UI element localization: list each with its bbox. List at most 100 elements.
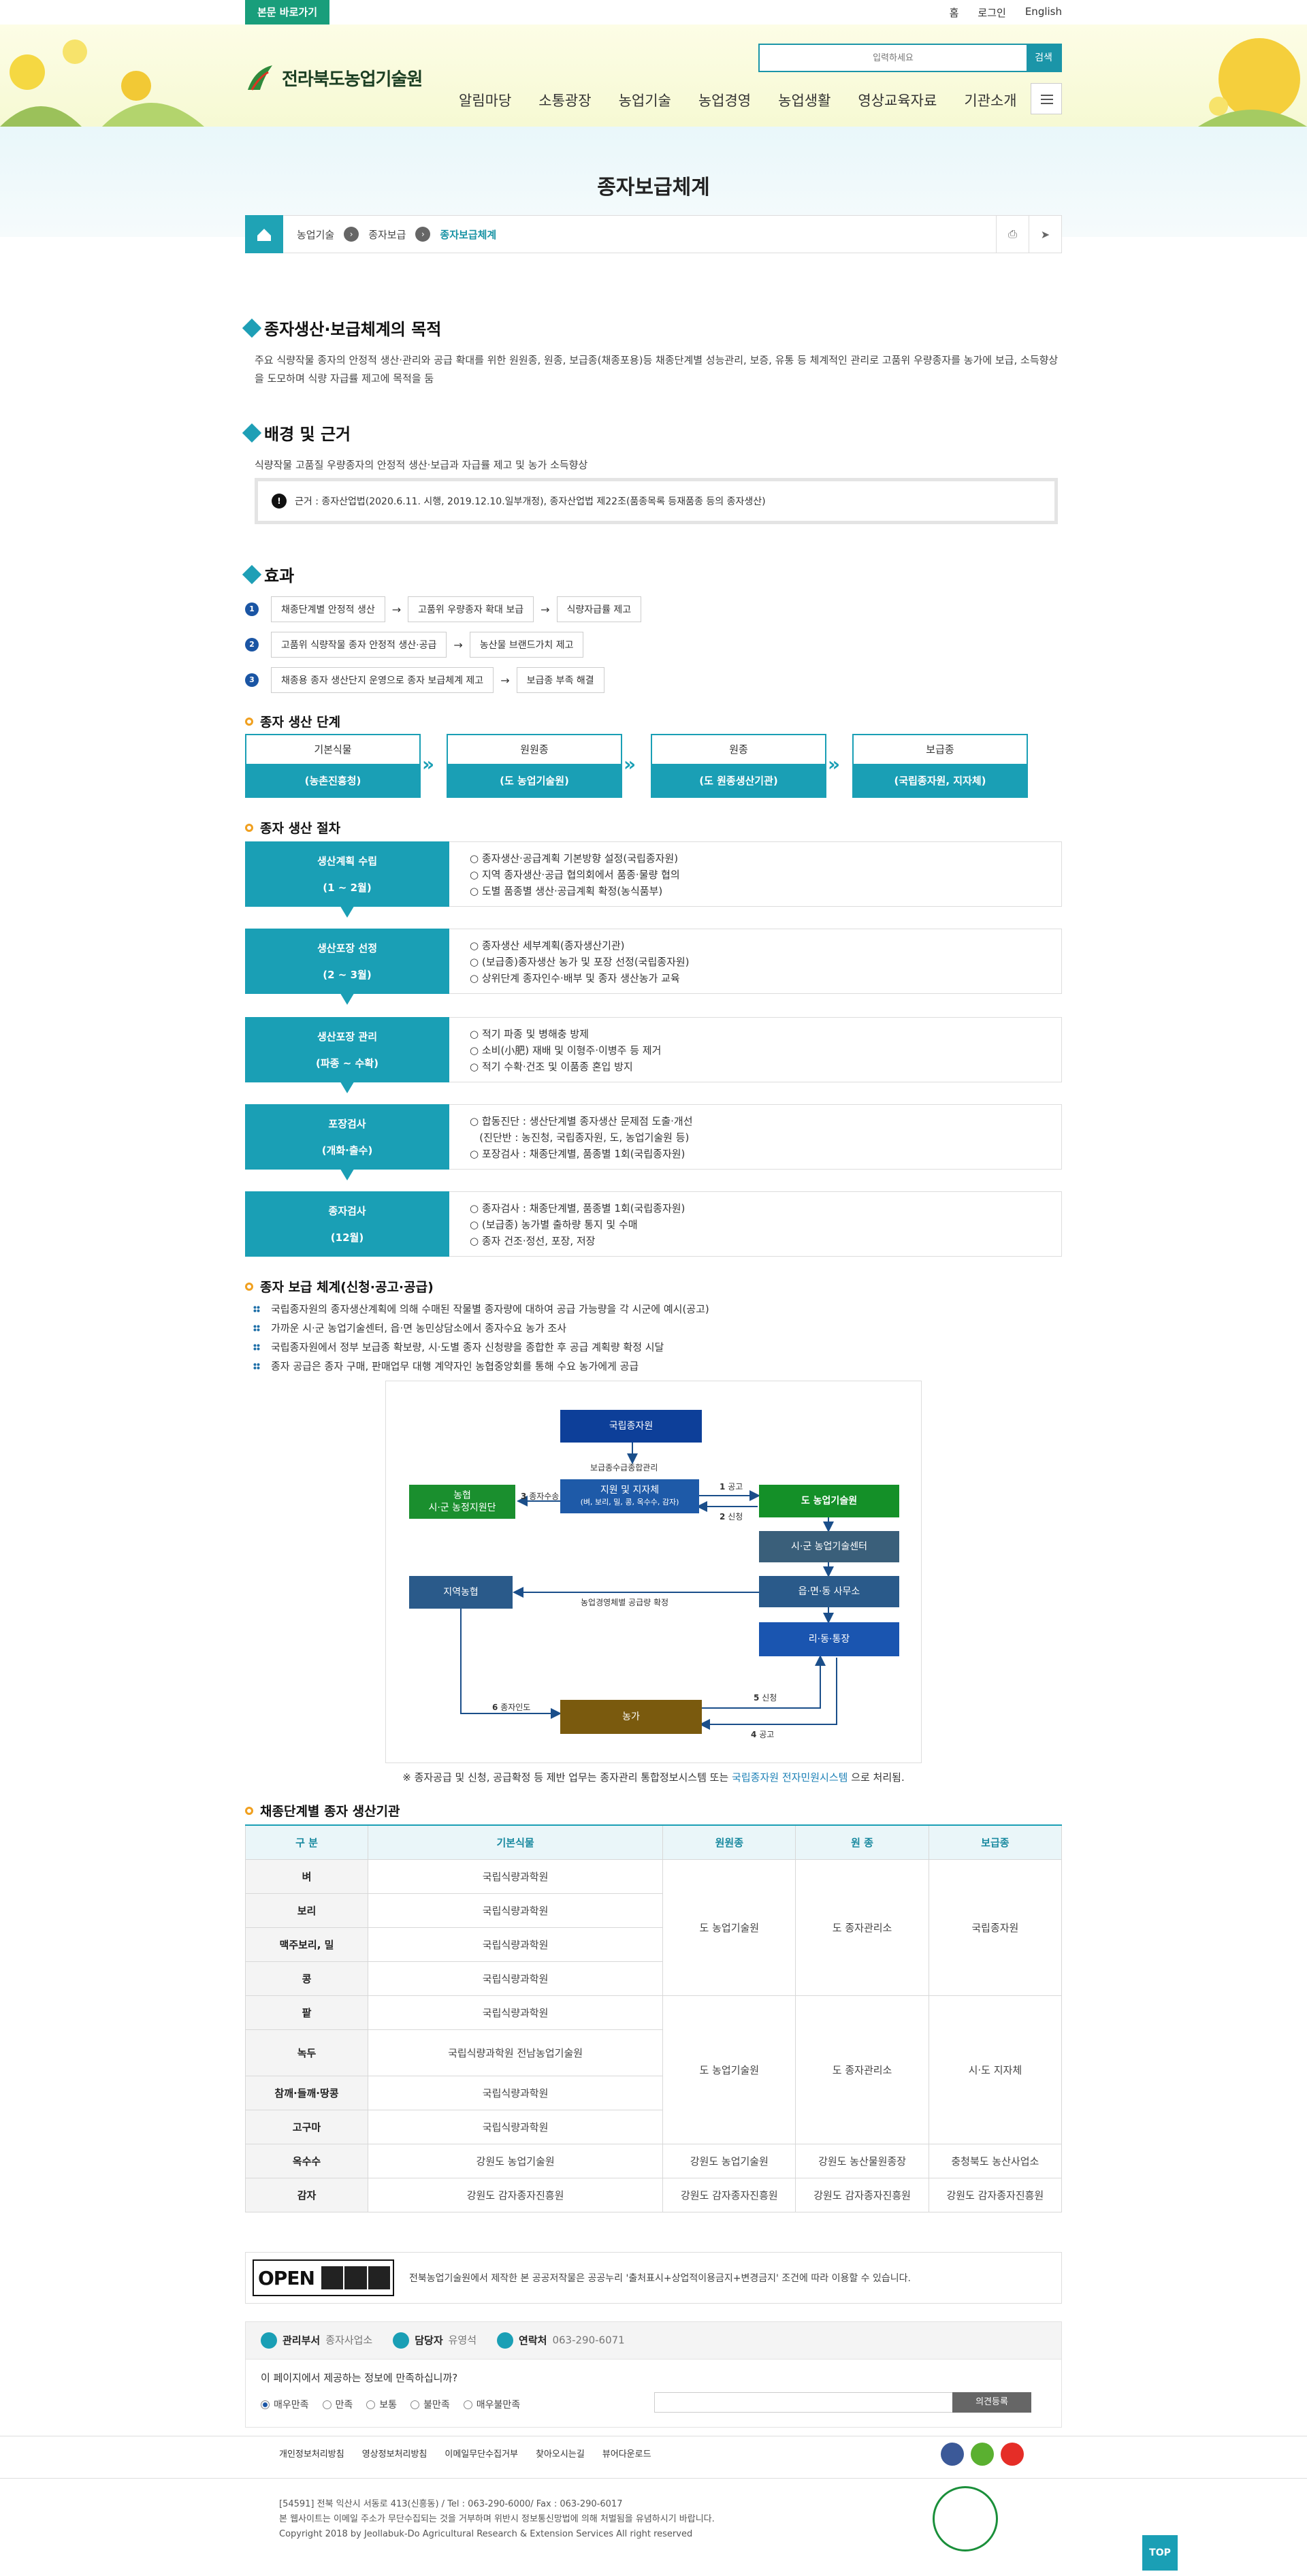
all-menu-button[interactable] <box>1031 83 1062 114</box>
stage-box: 보급종 (국립종자원, 지자체) <box>852 734 1028 798</box>
main-navigation: 알림마당 소통광장 농업기술 농업경영 농업생활 영상교육자료 기관소개 <box>459 90 1044 110</box>
site-logo[interactable]: 전라북도농업기술원 <box>245 63 423 93</box>
gnb-item-agri-life[interactable]: 농업생활 <box>778 90 830 110</box>
footer-link[interactable]: 이메일무단수집거부 <box>445 2447 518 2460</box>
gnb-item-agri-tech[interactable]: 농업기술 <box>619 90 671 110</box>
youtube-icon[interactable] <box>1001 2443 1024 2466</box>
arrow-right-icon: → <box>453 638 463 651</box>
flower-decoration-right <box>1198 38 1307 127</box>
footer-link[interactable]: 영상정보처리방침 <box>362 2447 427 2460</box>
node-branch: 지원 및 지자체 (벼, 보리, 밀, 콩, 옥수수, 감자) <box>560 1479 699 1513</box>
label-notice: 1 공고 <box>720 1482 743 1492</box>
print-icon[interactable]: ⎙ <box>996 215 1029 253</box>
dot-bullet-icon <box>253 1324 260 1332</box>
label-supply: 3 종자수송 <box>521 1492 560 1501</box>
node-ari: 도 농업기술원 <box>759 1485 899 1517</box>
breadcrumb-current[interactable]: 종자보급체계 <box>440 227 496 242</box>
scroll-top-button[interactable]: TOP <box>1142 2535 1178 2571</box>
english-link[interactable]: English <box>1025 5 1062 20</box>
opinion-input[interactable] <box>654 2392 961 2413</box>
arrow-right-icon: → <box>391 602 402 616</box>
breadcrumb-item-1[interactable]: 농업기술 <box>297 227 334 242</box>
basis-box: ! 근거 : 종자산업법(2020.6.11. 시행, 2019.12.10.일부… <box>255 478 1058 524</box>
stage-box: 원원종 (도 농업기술원) <box>447 734 622 798</box>
breadcrumb: 농업기술 › 종자보급 › 종자보급체계 ⎙ ➤ <box>245 214 1062 253</box>
login-link[interactable]: 로그인 <box>978 5 1005 20</box>
footer-link[interactable]: 개인정보처리방침 <box>279 2447 344 2460</box>
arrow-down-icon <box>339 1080 355 1093</box>
supply-bullet: 국립종자원의 종자생산계획에 의해 수매된 작물별 종자량에 대하여 공급 가능… <box>253 1302 709 1316</box>
table-row: 팥 국립식량과학원 도 농업기술원 도 종자관리소 시·도 지자체 <box>245 1995 1063 2144</box>
gnb-item-about[interactable]: 기관소개 <box>964 90 1016 110</box>
node-nh: 농협 시·군 농정지원단 <box>409 1485 515 1519</box>
footer-links: 개인정보처리방침 영상정보처리방침 이메일무단수집거부 찾아오시는길 뷰어다운로… <box>279 2447 651 2460</box>
org-table: 구 분 기본식물 원원종 원 종 보급종 벼 국립식량과학원 도 농업기술원 도 종자관리소 국… <box>245 1824 1063 2212</box>
option-very-dissatisfied[interactable]: 매우불만족 <box>463 2398 520 2411</box>
search-input[interactable] <box>760 45 1027 71</box>
breadcrumb-item-2[interactable]: 종자보급 <box>368 227 406 242</box>
supply-bullet: 국립종자원에서 정부 보급종 확보량, 시·도별 종자 신청량을 종합한 후 공… <box>253 1340 664 1354</box>
submit-opinion-button[interactable]: 의견등록 <box>952 2392 1031 2413</box>
blog-icon[interactable] <box>971 2443 994 2466</box>
effect-heading: 효과 <box>242 562 294 586</box>
logo-text: 전라북도농업기술원 <box>282 69 423 90</box>
label-notice2: 4 공고 <box>751 1730 775 1739</box>
option-very-satisfied[interactable]: 매우만족 <box>261 2398 309 2411</box>
chevron-right-icon: › <box>344 227 359 242</box>
home-link[interactable]: 홈 <box>950 5 959 20</box>
home-icon[interactable] <box>245 214 283 253</box>
table-row: 벼 국립식량과학원 도 농업기술원 도 종자관리소 국립종자원 <box>245 1858 1063 1996</box>
effect-row-1: 1 채종단계별 안정적 생산 → 고품위 우량종자 확대 보급 → 식량자급률 제고 <box>245 596 642 622</box>
web-accessibility-mark-icon <box>933 2486 998 2551</box>
option-satisfied[interactable]: 만족 <box>322 2398 353 2411</box>
search-button[interactable]: 검색 <box>1027 45 1061 71</box>
person-icon <box>393 2332 410 2349</box>
purpose-text: 주요 식량작물 종자의 안정적 생산·관리와 공급 확대를 위한 원원종, 원종… <box>255 354 1059 385</box>
arrow-right-icon: → <box>500 673 510 687</box>
supply-bullet: 가까운 시·군 농업기술센터, 읍·면 농민상담소에서 종자수요 농가 조사 <box>253 1321 566 1335</box>
option-neutral[interactable]: 보통 <box>366 2398 397 2411</box>
procedure-step: 생산포장 관리 (파종 ~ 수확) ○ 적기 파종 및 병해충 방제 ○ 소비(小肥… <box>245 1017 1062 1093</box>
gnb-item-community[interactable]: 소통광장 <box>538 90 591 110</box>
effect-box: 채종용 종자 생산단지 운영으로 종자 보급체계 제고 <box>271 667 494 693</box>
effect-box: 보급종 부족 해결 <box>516 667 604 693</box>
kogl-logo: OPEN <box>253 2259 394 2296</box>
diamond-icon <box>242 318 262 338</box>
circle-bullet-icon <box>245 1806 253 1815</box>
purpose-heading: 종자생산·보급체계의 목적 <box>242 316 441 340</box>
node-center: 시·군 농업기술센터 <box>759 1531 899 1562</box>
facebook-icon[interactable] <box>941 2443 964 2466</box>
number-badge: 2 <box>245 638 259 651</box>
person-icon <box>261 2332 277 2349</box>
stage-box: 원종 (도 원종생산기관) <box>651 734 826 798</box>
survey-question: 이 페이지에서 제공하는 정보에 만족하십니까? <box>261 2372 458 2384</box>
option-dissatisfied[interactable]: 불만족 <box>410 2398 450 2411</box>
footer-link[interactable]: 찾아오시는길 <box>536 2447 585 2460</box>
arrow-right-icon: → <box>540 602 550 616</box>
arrow-down-icon <box>339 904 355 918</box>
hamburger-icon <box>1041 95 1053 96</box>
skip-to-content-link[interactable]: 본문 바로가기 <box>245 0 329 25</box>
procedure-step: 생산포장 선정 (2 ~ 3월) ○ 종자생산 세부계획(종자생산기관) ○ (보급… <box>245 929 1062 1005</box>
circle-bullet-icon <box>245 717 253 726</box>
e-civil-link[interactable]: 국립종자원 전자민원시스템 <box>732 1771 848 1784</box>
double-chevron-icon: » <box>624 753 636 775</box>
number-badge: 1 <box>245 602 259 616</box>
page-manager: 관리부서 종자사업소 담당자 유영석 연락처 063-290-6071 <box>245 2321 1062 2360</box>
header-banner <box>0 25 1307 127</box>
footer-address: [54591] 전북 익산시 서동로 413(신흥동) / Tel : 063-… <box>279 2499 715 2539</box>
logo-mark-icon <box>248 65 272 91</box>
share-icon[interactable]: ➤ <box>1029 215 1061 253</box>
label-deliver: 6 종자인도 <box>492 1703 531 1712</box>
gnb-item-agri-management[interactable]: 농업경영 <box>698 90 751 110</box>
footer-link[interactable]: 뷰어다운로드 <box>602 2447 651 2460</box>
background-heading: 배경 및 근거 <box>242 421 351 445</box>
gnb-item-notice[interactable]: 알림마당 <box>459 90 511 110</box>
number-badge: 3 <box>245 673 259 687</box>
node-village: 리·동·통장 <box>759 1622 899 1656</box>
stages-heading: 종자 생산 단계 <box>245 712 340 730</box>
gnb-item-video[interactable]: 영상교육자료 <box>858 90 937 110</box>
label-apply: 2 신청 <box>720 1512 743 1522</box>
supply-bullet: 종자 공급은 종자 구매, 판매업무 대행 계약자인 농협중앙회를 통해 수요 … <box>253 1359 639 1373</box>
phone-icon <box>497 2332 514 2349</box>
